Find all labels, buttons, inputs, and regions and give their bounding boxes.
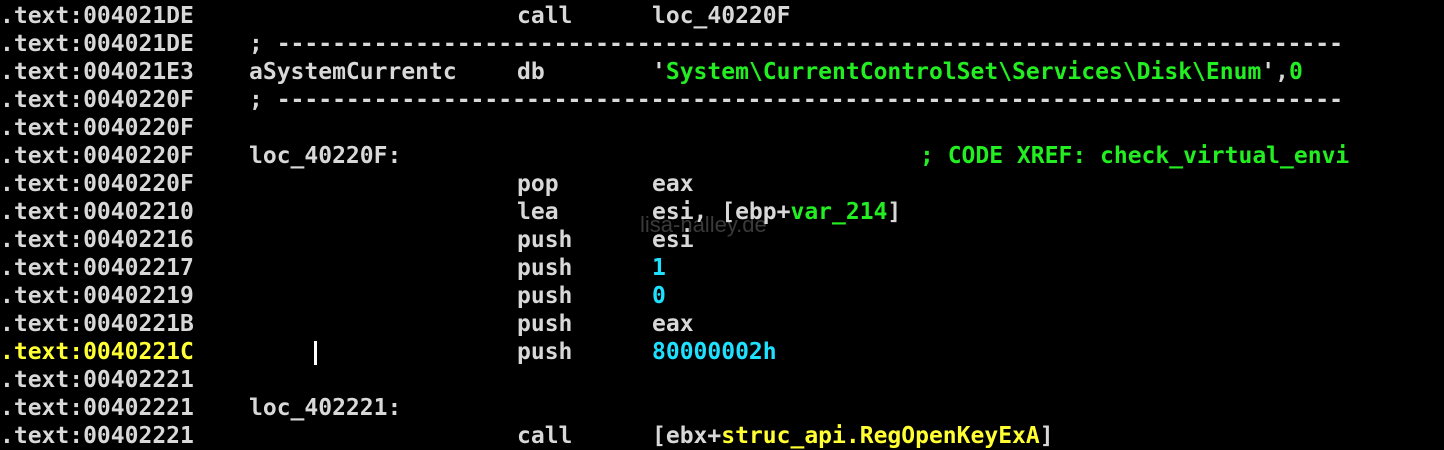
line-address[interactable]: .text:00402217 [0, 254, 245, 282]
line-address[interactable]: .text:00402221 [0, 366, 245, 394]
operand-token[interactable]: loc_40220F [652, 3, 790, 29]
line-address[interactable]: .text:0040220F [0, 142, 245, 170]
line-address[interactable]: .text:00402219 [0, 282, 245, 310]
operand-token[interactable]: eax [652, 311, 694, 337]
code-label[interactable]: aSystemCurrentc [249, 58, 457, 86]
line-address[interactable]: .text:00402210 [0, 198, 245, 226]
operand-token[interactable]: var_214 [790, 199, 887, 225]
operand-token[interactable]: 1 [652, 255, 666, 281]
instruction-mnemonic[interactable]: pop [517, 170, 559, 198]
instruction-mnemonic[interactable]: push [517, 282, 572, 310]
instruction-operand[interactable]: esi, [ebp+var_214] [652, 198, 901, 226]
instruction-mnemonic[interactable]: call [517, 2, 572, 30]
operand-token[interactable]: ] [1040, 423, 1054, 449]
line-address[interactable]: .text:004021E3 [0, 58, 245, 86]
disasm-line[interactable]: .text:0040221B push eax [0, 310, 1444, 338]
instruction-operand[interactable]: 'System\CurrentControlSet\Services\Disk\… [652, 58, 1303, 86]
line-address[interactable]: .text:0040221B [0, 310, 245, 338]
disasm-line[interactable]: .text:004021E3 aSystemCurrentc db 'System\C… [0, 58, 1444, 86]
line-address[interactable]: .text:004021DE [0, 30, 245, 58]
disasm-line[interactable]: .text:0040221C push 80000002h [0, 338, 1444, 366]
instruction-mnemonic[interactable]: lea [517, 198, 559, 226]
disassembly-view[interactable]: lisa-halley.de .text:004021DE call loc_402… [0, 0, 1444, 450]
operand-token[interactable]: ', [1261, 59, 1289, 85]
separator-comment: ; --------------------------------------… [249, 87, 1343, 113]
disasm-line[interactable]: .text:0040220F loc_40220F: ; CODE XREF: ch… [0, 142, 1444, 170]
disasm-line[interactable]: .text:00402216 push esi [0, 226, 1444, 254]
instruction-mnemonic[interactable]: push [517, 254, 572, 282]
instruction-mnemonic[interactable]: db [517, 58, 545, 86]
disasm-line[interactable]: .text:0040220F pop eax [0, 170, 1444, 198]
operand-token[interactable]: 80000002h [652, 339, 777, 365]
operand-token[interactable]: ' [652, 59, 666, 85]
separator-comment: ; --------------------------------------… [249, 31, 1343, 57]
disasm-line[interactable]: .text:0040220F; ------------------------… [0, 86, 1444, 114]
line-address[interactable]: .text:0040220F [0, 114, 245, 142]
xref-comment[interactable]: ; CODE XREF: check_virtual_envi [920, 142, 1349, 170]
instruction-operand[interactable]: 80000002h [652, 338, 777, 366]
instruction-operand[interactable]: eax [652, 310, 694, 338]
line-address[interactable]: .text:0040221C [0, 338, 245, 366]
disasm-line[interactable]: .text:00402210 lea esi, [ebp+var_214] [0, 198, 1444, 226]
instruction-mnemonic[interactable]: push [517, 226, 572, 254]
operand-token[interactable]: System\CurrentControlSet\Services\Disk\E… [666, 59, 1261, 85]
instruction-operand[interactable]: eax [652, 170, 694, 198]
disasm-line[interactable]: .text:004021DE call loc_40220F [0, 2, 1444, 30]
line-address[interactable]: .text:0040220F [0, 86, 245, 114]
disasm-line[interactable]: .text:00402217 push 1 [0, 254, 1444, 282]
operand-token[interactable]: eax [652, 171, 694, 197]
operand-token[interactable]: esi [652, 227, 694, 253]
operand-token[interactable]: 0 [1289, 59, 1303, 85]
line-address[interactable]: .text:00402221 [0, 394, 245, 422]
disasm-line[interactable]: .text:00402221 call [ebx+struc_api.RegOpen… [0, 422, 1444, 450]
operand-token[interactable]: 0 [652, 283, 666, 309]
disasm-line[interactable]: .text:00402221 [0, 366, 1444, 394]
code-label[interactable]: loc_40220F: [249, 142, 401, 170]
disasm-line[interactable]: .text:0040220F [0, 114, 1444, 142]
disasm-line[interactable]: .text:004021DE; ------------------------… [0, 30, 1444, 58]
operand-token[interactable]: struc_api.RegOpenKeyExA [721, 423, 1040, 449]
instruction-mnemonic[interactable]: push [517, 310, 572, 338]
instruction-mnemonic[interactable]: push [517, 338, 572, 366]
operand-token[interactable]: ] [887, 199, 901, 225]
operand-token[interactable]: esi, [ebp+ [652, 199, 790, 225]
line-address[interactable]: .text:00402216 [0, 226, 245, 254]
instruction-operand[interactable]: loc_40220F [652, 2, 790, 30]
line-address[interactable]: .text:00402221 [0, 422, 245, 450]
instruction-operand[interactable]: esi [652, 226, 694, 254]
instruction-operand[interactable]: [ebx+struc_api.RegOpenKeyExA] [652, 422, 1054, 450]
disasm-line[interactable]: .text:00402219 push 0 [0, 282, 1444, 310]
instruction-mnemonic[interactable]: call [517, 422, 572, 450]
code-label[interactable]: loc_402221: [249, 394, 401, 422]
disasm-line[interactable]: .text:00402221 loc_402221: [0, 394, 1444, 422]
line-address[interactable]: .text:004021DE [0, 2, 245, 30]
instruction-operand[interactable]: 1 [652, 254, 666, 282]
instruction-operand[interactable]: 0 [652, 282, 666, 310]
line-address[interactable]: .text:0040220F [0, 170, 245, 198]
operand-token[interactable]: [ebx+ [652, 423, 721, 449]
